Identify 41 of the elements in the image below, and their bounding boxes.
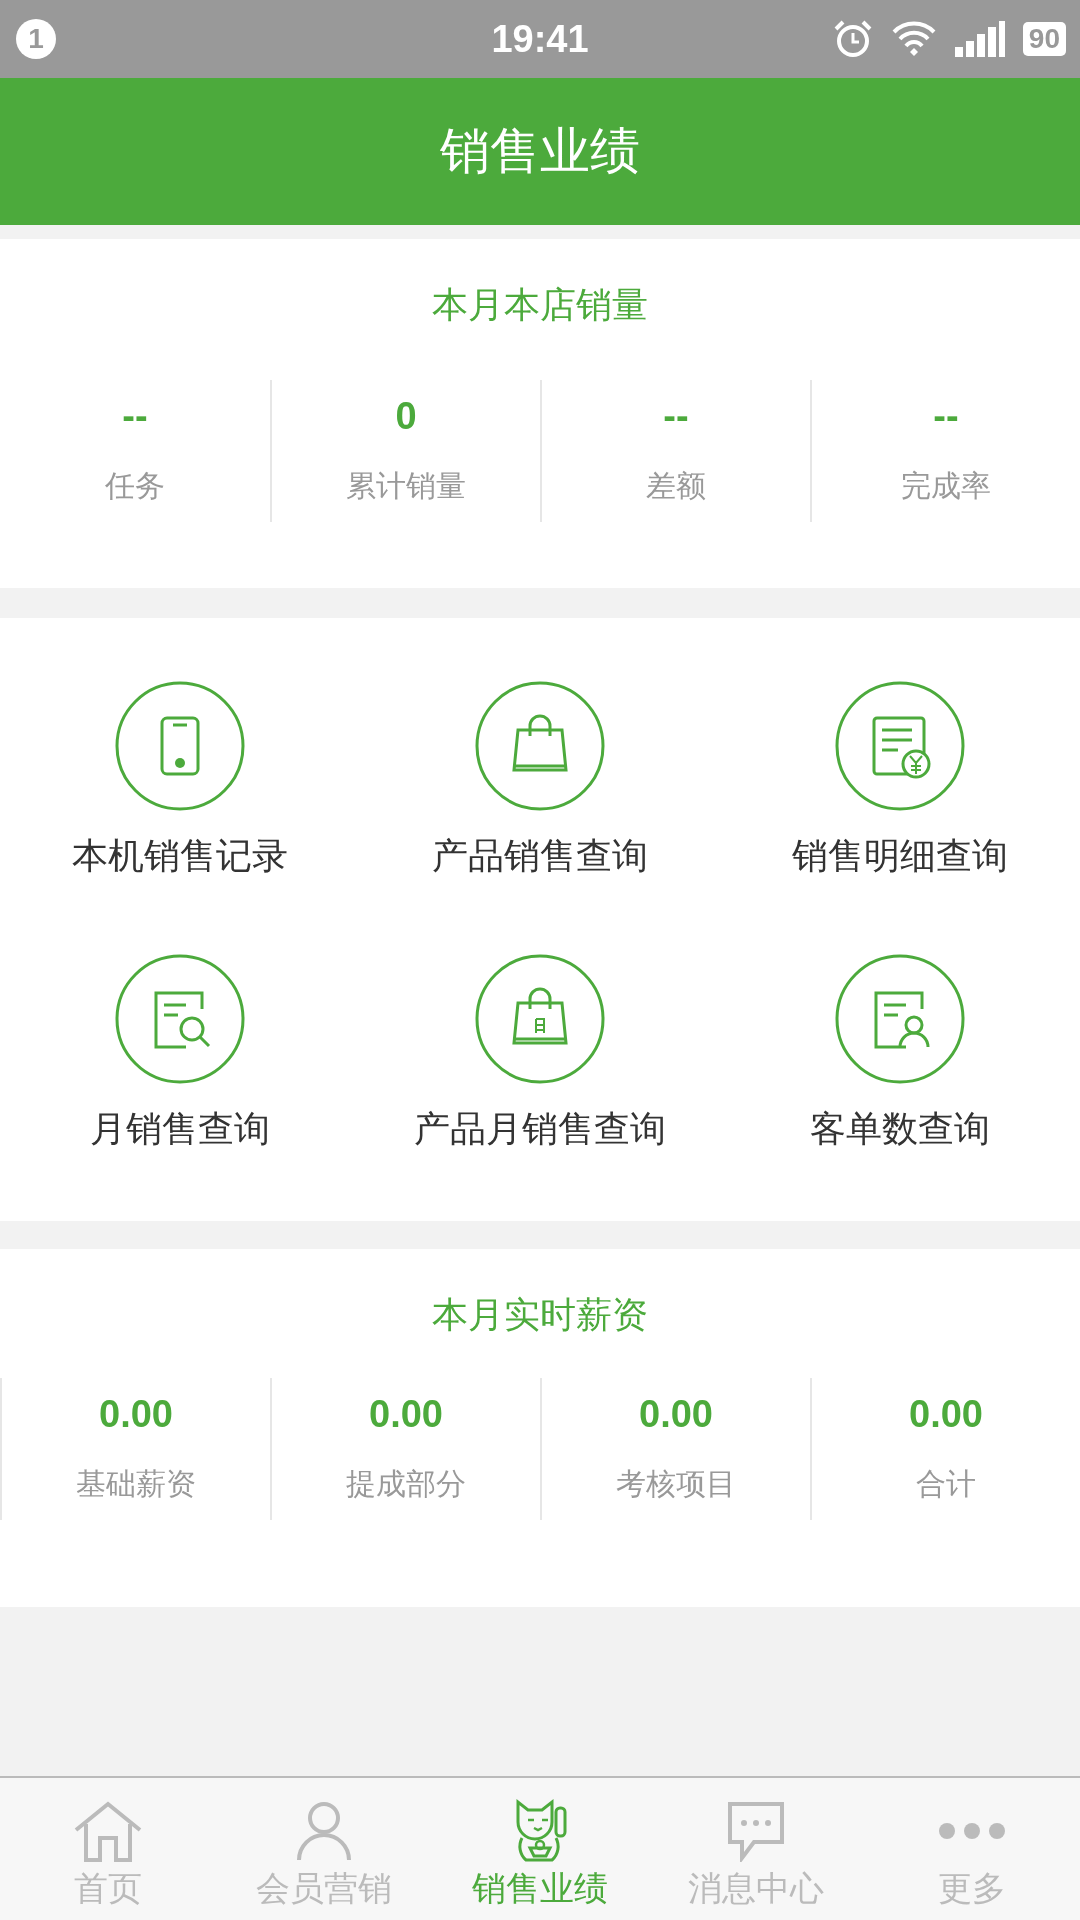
stat-value: 0 — [395, 395, 417, 438]
shortcut-button[interactable]: 产品月销售查询 — [360, 953, 720, 1154]
shopping-bag-icon — [474, 953, 606, 1085]
signal-icon — [954, 21, 1005, 57]
card-title: 本月实时薪资 — [432, 1293, 648, 1337]
battery-icon: 90 — [1022, 22, 1066, 56]
stat-label: 任务 — [105, 467, 165, 505]
stat-value: -- — [663, 395, 689, 438]
home-icon — [72, 1800, 144, 1862]
stat-label: 提成部分 — [346, 1465, 466, 1503]
shortcut-button[interactable]: 客单数查询 — [720, 953, 1080, 1154]
shopping-bag-icon — [474, 680, 606, 812]
page-title: 销售业绩 — [440, 121, 640, 182]
card-title: 本月本店销量 — [432, 283, 648, 327]
stat-label: 累计销量 — [346, 467, 466, 505]
alarm-clock-icon — [832, 19, 873, 59]
phone-icon — [114, 680, 246, 812]
notification-badge: 1 — [16, 19, 56, 59]
receipt-icon — [834, 680, 966, 812]
stat-label: 基础薪资 — [76, 1465, 196, 1503]
stat-value: 0.00 — [99, 1393, 173, 1436]
stat-value: -- — [933, 395, 959, 438]
stat-label: 合计 — [916, 1465, 976, 1503]
stat-value: 0.00 — [639, 1393, 713, 1436]
stat-label: 考核项目 — [616, 1465, 736, 1503]
stat-label: 完成率 — [901, 467, 991, 505]
shortcut-button[interactable]: 本机销售记录 — [0, 680, 360, 881]
stat-value: 0.00 — [909, 1393, 983, 1436]
stat-value: -- — [122, 395, 148, 438]
shortcut-button[interactable]: 销售明细查询 — [720, 680, 1080, 881]
person-icon — [296, 1800, 352, 1862]
more-icon — [937, 1823, 1007, 1839]
stat-value: 0.00 — [369, 1393, 443, 1436]
status-time: 19:41 — [491, 17, 589, 61]
document-search-icon — [114, 953, 246, 1085]
shortcut-button[interactable]: 产品销售查询 — [360, 680, 720, 881]
stat-label: 差额 — [646, 467, 706, 505]
wifi-icon — [890, 20, 937, 58]
chat-icon — [726, 1800, 786, 1862]
shortcut-button[interactable]: 月销售查询 — [0, 953, 360, 1154]
document-person-icon — [834, 953, 966, 1085]
